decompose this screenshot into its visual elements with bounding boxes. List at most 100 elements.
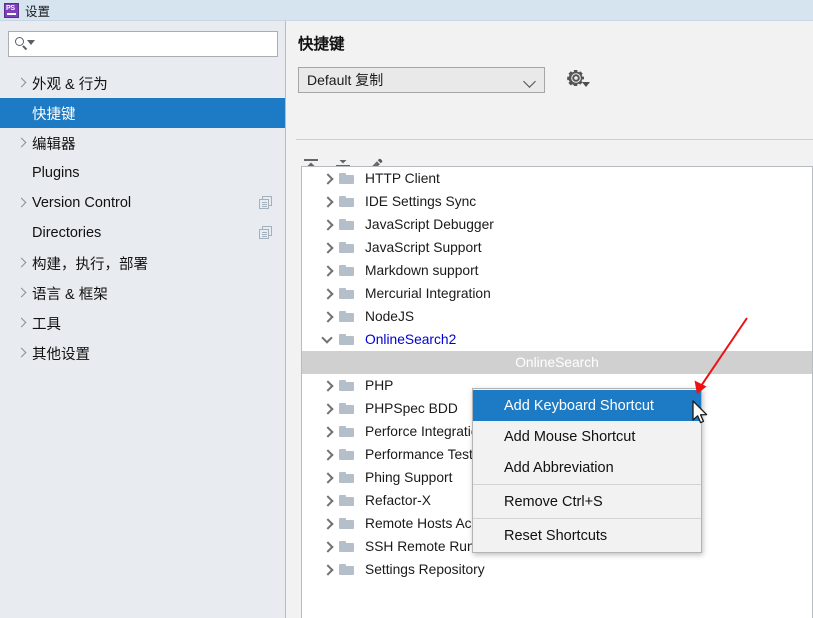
sidebar-item-appearance[interactable]: 外观 & 行为 (0, 68, 285, 98)
page-title: 快捷键 (298, 36, 345, 53)
sidebar-item-label: 编辑器 (32, 136, 76, 153)
tree-row-label: PHPSpec BDD (365, 401, 458, 416)
chevron-down-icon[interactable] (320, 332, 338, 348)
tree-row[interactable]: Markdown support (302, 259, 812, 282)
chevron-right-icon[interactable] (320, 309, 338, 325)
tree-row-label: Settings Repository (365, 562, 485, 577)
no-chevron-icon (14, 165, 30, 181)
sidebar-item-label: Version Control (32, 195, 132, 211)
scheme-settings-button[interactable] (563, 65, 593, 93)
chevron-right-icon[interactable] (320, 493, 338, 509)
chevron-right-icon[interactable] (14, 315, 30, 331)
menu-item-label: Reset Shortcuts (504, 527, 608, 544)
sidebar-item-build-execution-deployment[interactable]: 构建，执行，部署 (0, 248, 285, 278)
chevron-right-icon[interactable] (14, 255, 30, 271)
tree-row[interactable]: JavaScript Support (302, 236, 812, 259)
chevron-right-icon[interactable] (320, 263, 338, 279)
menu-item-reset-shortcuts[interactable]: Reset Shortcuts (473, 520, 701, 551)
sidebar-item-plugins[interactable]: Plugins (0, 158, 285, 188)
folder-icon (338, 540, 360, 554)
sidebar-search-box[interactable] (8, 31, 278, 57)
chevron-right-icon[interactable] (320, 447, 338, 463)
folder-icon (338, 310, 360, 324)
chevron-right-icon[interactable] (320, 516, 338, 532)
chevron-right-icon[interactable] (14, 195, 30, 211)
tree-row-onlinesearch2[interactable]: OnlineSearch2 (302, 328, 812, 351)
menu-item-add-keyboard-shortcut[interactable]: Add Keyboard Shortcut (473, 390, 701, 421)
sidebar-item-other-settings[interactable]: 其他设置 (0, 338, 285, 368)
menu-item-remove-shortcut[interactable]: Remove Ctrl+S (473, 486, 701, 517)
sidebar-item-keymap[interactable]: 快捷键 (0, 98, 285, 128)
tree-row-selected-onlinesearch[interactable]: OnlineSearch (302, 351, 812, 374)
menu-item-add-abbreviation[interactable]: Add Abbreviation (473, 452, 701, 483)
chevron-right-icon[interactable] (320, 286, 338, 302)
chevron-right-icon[interactable] (320, 171, 338, 187)
tree-row[interactable]: NodeJS (302, 305, 812, 328)
divider (296, 139, 813, 140)
no-chevron-icon (14, 225, 30, 241)
sidebar-item-tools[interactable]: 工具 (0, 308, 285, 338)
menu-item-label: Add Mouse Shortcut (504, 428, 636, 445)
chevron-right-icon[interactable] (320, 470, 338, 486)
menu-item-label: Remove Ctrl+S (504, 493, 603, 510)
tree-row-label: Perforce Integration (365, 424, 487, 439)
sidebar-item-label: 工具 (32, 316, 61, 333)
folder-icon (338, 241, 360, 255)
tree-row[interactable]: Settings Repository (302, 558, 812, 581)
no-chevron-icon (14, 105, 30, 121)
tree-row-label: NodeJS (365, 309, 415, 324)
folder-icon (338, 218, 360, 232)
chevron-down-icon[interactable] (523, 75, 536, 88)
search-input[interactable] (35, 33, 277, 55)
settings-sidebar: 外观 & 行为 快捷键 编辑器 Plugins Version Control (0, 21, 286, 618)
folder-icon (338, 448, 360, 462)
chevron-right-icon[interactable] (14, 75, 30, 91)
chevron-right-icon[interactable] (320, 424, 338, 440)
sidebar-item-editor[interactable]: 编辑器 (0, 128, 285, 158)
sidebar-item-label: 构建，执行，部署 (32, 256, 148, 273)
folder-icon (338, 563, 360, 577)
menu-item-add-mouse-shortcut[interactable]: Add Mouse Shortcut (473, 421, 701, 452)
tree-row-label: OnlineSearch (515, 355, 599, 370)
tree-row-label: HTTP Client (365, 171, 440, 186)
tree-row-label: JavaScript Support (365, 240, 482, 255)
chevron-right-icon[interactable] (320, 240, 338, 256)
chevron-right-icon[interactable] (14, 345, 30, 361)
dropdown-caret-icon[interactable] (582, 82, 590, 87)
tree-row[interactable]: Mercurial Integration (302, 282, 812, 305)
search-icon[interactable] (15, 36, 35, 52)
chevron-right-icon[interactable] (320, 378, 338, 394)
sidebar-item-directories[interactable]: Directories (0, 218, 285, 248)
chevron-right-icon[interactable] (320, 194, 338, 210)
chevron-right-icon[interactable] (14, 135, 30, 151)
folder-icon (338, 379, 360, 393)
chevron-right-icon[interactable] (320, 539, 338, 555)
menu-item-label: Add Abbreviation (504, 459, 614, 476)
folder-icon (338, 517, 360, 531)
menu-separator (473, 484, 701, 485)
tree-row[interactable]: JavaScript Debugger (302, 213, 812, 236)
sidebar-item-languages-frameworks[interactable]: 语言 & 框架 (0, 278, 285, 308)
chevron-right-icon[interactable] (320, 401, 338, 417)
tree-row-label: Mercurial Integration (365, 286, 491, 301)
folder-icon (338, 333, 360, 347)
chevron-right-icon[interactable] (320, 217, 338, 233)
project-scope-icon (259, 226, 273, 240)
chevron-right-icon[interactable] (14, 285, 30, 301)
chevron-right-icon[interactable] (320, 562, 338, 578)
folder-icon (338, 494, 360, 508)
tree-row-label: Markdown support (365, 263, 479, 278)
tree-row[interactable]: HTTP Client (302, 167, 812, 190)
menu-separator (473, 518, 701, 519)
folder-icon (338, 195, 360, 209)
sidebar-item-label: Plugins (32, 165, 80, 181)
tree-row[interactable]: IDE Settings Sync (302, 190, 812, 213)
tree-row-label: SSH Remote Run (365, 539, 475, 554)
window-title: 设置 (25, 4, 51, 19)
tree-row-label: PHP (365, 378, 394, 393)
folder-icon (338, 287, 360, 301)
keymap-scheme-select[interactable]: Default 复制 (298, 67, 545, 93)
sidebar-item-label: 快捷键 (32, 106, 76, 123)
shortcut-context-menu: Add Keyboard Shortcut Add Mouse Shortcut… (472, 388, 702, 553)
sidebar-item-version-control[interactable]: Version Control (0, 188, 285, 218)
